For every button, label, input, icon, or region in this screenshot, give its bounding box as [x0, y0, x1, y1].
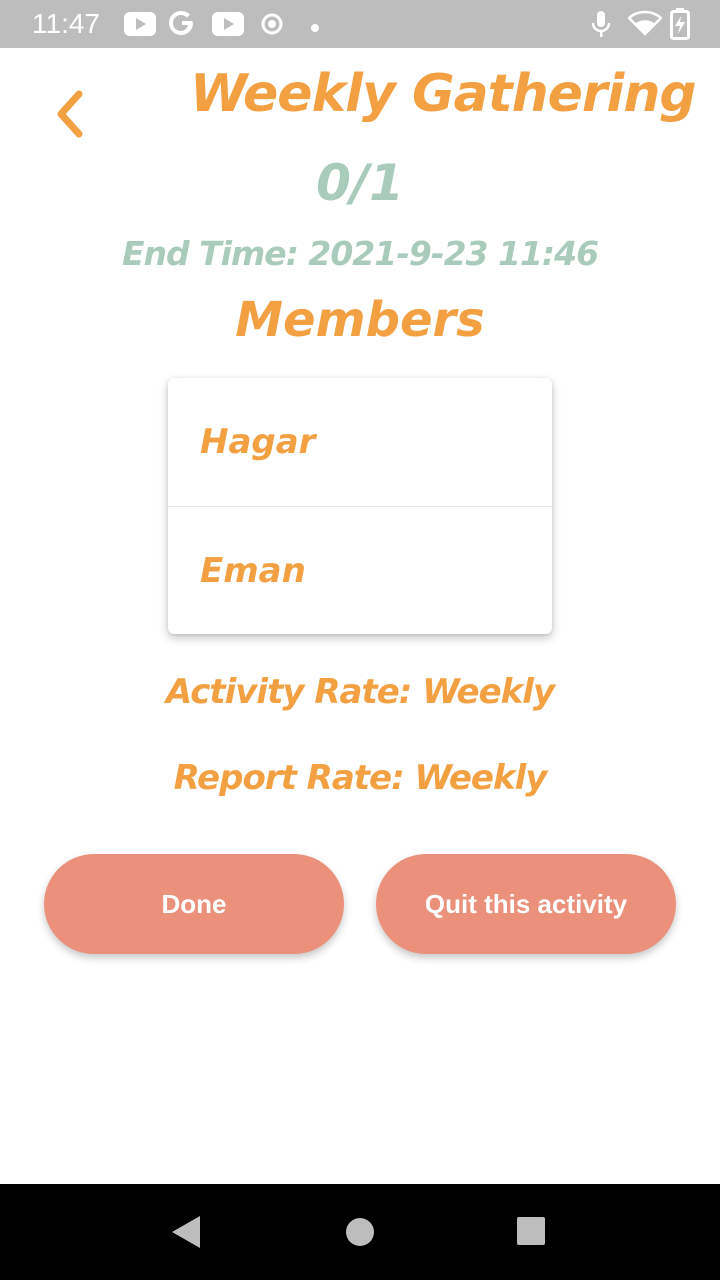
report-rate: Report Rate: Weekly — [173, 758, 548, 798]
back-button[interactable] — [40, 82, 100, 146]
quit-activity-button[interactable]: Quit this activity — [376, 854, 676, 954]
page-title: Weekly Gathering — [190, 64, 697, 124]
google-icon — [168, 8, 196, 42]
youtube-icon — [124, 12, 156, 40]
chevron-left-icon — [57, 90, 83, 138]
members-heading: Members — [235, 292, 485, 348]
list-item[interactable]: Eman — [168, 506, 552, 634]
record-icon — [260, 12, 284, 40]
status-time: 11:47 — [32, 8, 100, 39]
battery-icon — [670, 8, 690, 44]
home-circle-icon[interactable] — [344, 1216, 376, 1252]
members-list: Hagar Eman — [168, 378, 552, 634]
back-triangle-icon[interactable] — [170, 1214, 202, 1254]
wifi-icon — [627, 10, 663, 40]
recents-square-icon[interactable] — [516, 1216, 546, 1250]
list-item[interactable]: Hagar — [168, 378, 552, 506]
activity-rate: Activity Rate: Weekly — [165, 672, 555, 712]
navigation-bar — [0, 1184, 720, 1280]
youtube-icon — [212, 12, 244, 40]
status-bar: 11:47 — [0, 0, 720, 48]
end-time: End Time: 2021-9-23 11:46 — [121, 234, 599, 273]
done-button[interactable]: Done — [44, 854, 344, 954]
member-count: 0/1 — [316, 154, 404, 212]
mic-icon — [590, 9, 612, 43]
dot-icon — [310, 18, 320, 37]
